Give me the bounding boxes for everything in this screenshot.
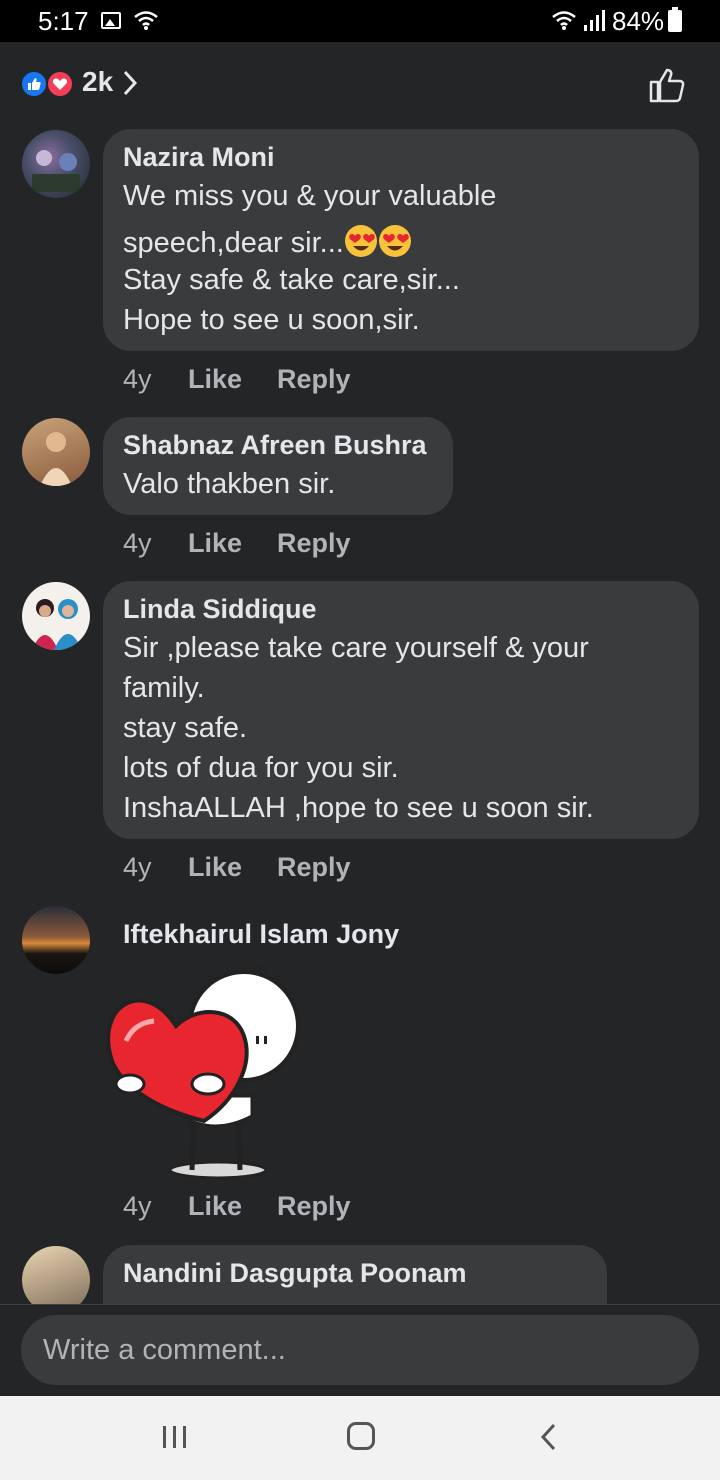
- chevron-right-icon[interactable]: [120, 68, 140, 98]
- comment-timestamp: 4y: [123, 852, 152, 882]
- like-comment-button[interactable]: Like: [188, 364, 242, 395]
- battery-icon: [668, 7, 682, 32]
- love-reaction-icon[interactable]: [46, 70, 74, 98]
- commenter-name[interactable]: Nazira Moni: [123, 142, 275, 173]
- home-icon[interactable]: [347, 1422, 375, 1450]
- comment-timestamp: 4y: [123, 1191, 152, 1221]
- heart-eyes-emoji-icon: [344, 225, 377, 257]
- like-comment-button[interactable]: Like: [188, 1191, 242, 1222]
- comment-timestamp: 4y: [123, 528, 152, 558]
- comment-timestamp: 4y: [123, 364, 152, 394]
- status-time: 5:17: [38, 6, 89, 36]
- recent-apps-icon[interactable]: [160, 1424, 190, 1450]
- battery-percent: 84%: [612, 6, 665, 36]
- reply-comment-button[interactable]: Reply: [277, 528, 351, 559]
- comment-text-line: We miss you & your valuable: [123, 180, 497, 212]
- status-bar: 5:17 84%: [0, 0, 720, 42]
- comment-input-placeholder[interactable]: Write a comment...: [43, 1334, 286, 1367]
- cell-signal-icon: [584, 10, 605, 31]
- commenter-name[interactable]: Nandini Dasgupta Poonam: [123, 1258, 467, 1289]
- avatar[interactable]: [22, 906, 90, 974]
- wifi-icon: [134, 11, 158, 30]
- wifi-signal-icon: [552, 11, 576, 30]
- back-icon[interactable]: [538, 1422, 560, 1452]
- comment-text-line: Hope to see u soon,sir.: [123, 304, 420, 336]
- comment-text-segment: speech,dear sir...: [123, 227, 344, 259]
- reaction-count[interactable]: 2k: [82, 66, 113, 98]
- commenter-name[interactable]: Shabnaz Afreen Bushra: [123, 430, 427, 461]
- reply-comment-button[interactable]: Reply: [277, 364, 351, 395]
- comment-text-line: Stay safe & take care,sir...: [123, 264, 460, 296]
- heart-hug-sticker[interactable]: [104, 966, 304, 1180]
- heart-eyes-emoji-icon: [378, 225, 411, 257]
- avatar[interactable]: [22, 582, 90, 650]
- comment-text-line: family.: [123, 672, 205, 704]
- like-comment-button[interactable]: Like: [188, 528, 242, 559]
- avatar[interactable]: [22, 418, 90, 486]
- reply-comment-button[interactable]: Reply: [277, 1191, 351, 1222]
- reply-comment-button[interactable]: Reply: [277, 852, 351, 883]
- gallery-notification-icon: [101, 12, 121, 29]
- avatar[interactable]: [22, 130, 90, 198]
- comment-text-line: InshaALLAH ,hope to see u soon sir.: [123, 792, 594, 824]
- like-reaction-icon[interactable]: [20, 70, 48, 98]
- comment-text-line: Sir ,please take care yourself & your: [123, 632, 589, 664]
- comment-text-line: lots of dua for you sir.: [123, 752, 399, 784]
- thumbs-up-icon[interactable]: [648, 66, 686, 104]
- commenter-name[interactable]: Iftekhairul Islam Jony: [123, 919, 399, 950]
- comment-text-line: Valo thakben sir.: [123, 468, 336, 500]
- commenter-name[interactable]: Linda Siddique: [123, 594, 317, 625]
- comment-text-line: stay safe.: [123, 712, 248, 744]
- comment-text-line: speech,dear sir...: [123, 224, 412, 260]
- like-comment-button[interactable]: Like: [188, 852, 242, 883]
